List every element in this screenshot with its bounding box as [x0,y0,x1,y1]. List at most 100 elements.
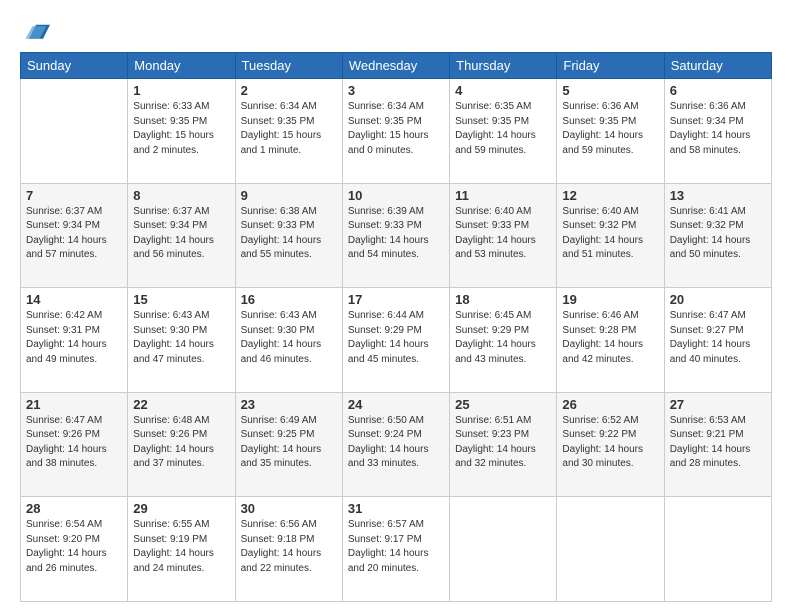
day-info: Sunrise: 6:47 AM Sunset: 9:27 PM Dayligh… [670,309,766,367]
day-info: Sunrise: 6:55 AM Sunset: 9:19 PM Dayligh… [133,518,229,576]
calendar-cell [557,497,664,602]
day-number: 1 [133,83,229,98]
page: SundayMondayTuesdayWednesdayThursdayFrid… [0,0,792,612]
calendar-cell: 17 Sunrise: 6:44 AM Sunset: 9:29 PM Dayli… [342,288,449,393]
logo-icon [22,16,50,44]
col-header-tuesday: Tuesday [235,53,342,79]
day-info: Sunrise: 6:48 AM Sunset: 9:26 PM Dayligh… [133,414,229,472]
day-number: 12 [562,188,658,203]
calendar-cell [450,497,557,602]
day-number: 26 [562,397,658,412]
calendar-cell: 1 Sunrise: 6:33 AM Sunset: 9:35 PM Daylig… [128,79,235,184]
day-info: Sunrise: 6:40 AM Sunset: 9:33 PM Dayligh… [455,205,551,263]
calendar-cell: 10 Sunrise: 6:39 AM Sunset: 9:33 PM Dayli… [342,183,449,288]
day-info: Sunrise: 6:34 AM Sunset: 9:35 PM Dayligh… [241,100,337,158]
logo [20,16,50,44]
day-number: 3 [348,83,444,98]
calendar-cell: 30Sunrise: 6:56 AM Sunset: 9:18 PM Dayli… [235,497,342,602]
calendar-cell: 4 Sunrise: 6:35 AM Sunset: 9:35 PM Daylig… [450,79,557,184]
day-number: 21 [26,397,122,412]
day-number: 28 [26,501,122,516]
day-info: Sunrise: 6:36 AM Sunset: 9:34 PM Dayligh… [670,100,766,158]
week-row-4: 28 Sunrise: 6:54 AM Sunset: 9:20 PM Dayli… [21,497,772,602]
calendar-cell: 12 Sunrise: 6:40 AM Sunset: 9:32 PM Dayli… [557,183,664,288]
calendar-cell: 8 Sunrise: 6:37 AM Sunset: 9:34 PM Daylig… [128,183,235,288]
day-info: Sunrise: 6:57 AM Sunset: 9:17 PM Dayligh… [348,518,444,576]
day-number: 27 [670,397,766,412]
day-number: 19 [562,292,658,307]
calendar-cell: 15 Sunrise: 6:43 AM Sunset: 9:30 PM Dayli… [128,288,235,393]
day-number: 11 [455,188,551,203]
calendar-cell: 26 Sunrise: 6:52 AM Sunset: 9:22 PM Dayli… [557,392,664,497]
calendar-cell: 14 Sunrise: 6:42 AM Sunset: 9:31 PM Dayli… [21,288,128,393]
calendar-cell: 6 Sunrise: 6:36 AM Sunset: 9:34 PM Daylig… [664,79,771,184]
calendar-cell: 18Sunrise: 6:45 AM Sunset: 9:29 PM Dayli… [450,288,557,393]
day-number: 24 [348,397,444,412]
day-info: Sunrise: 6:47 AM Sunset: 9:26 PM Dayligh… [26,414,122,472]
day-info: Sunrise: 6:52 AM Sunset: 9:22 PM Dayligh… [562,414,658,472]
day-info: Sunrise: 6:53 AM Sunset: 9:21 PM Dayligh… [670,414,766,472]
day-number: 31 [348,501,444,516]
day-number: 25 [455,397,551,412]
day-info: Sunrise: 6:40 AM Sunset: 9:32 PM Dayligh… [562,205,658,263]
calendar-cell: 27 Sunrise: 6:53 AM Sunset: 9:21 PM Dayli… [664,392,771,497]
calendar-cell: 3Sunrise: 6:34 AM Sunset: 9:35 PM Daylig… [342,79,449,184]
day-number: 22 [133,397,229,412]
day-info: Sunrise: 6:46 AM Sunset: 9:28 PM Dayligh… [562,309,658,367]
day-info: Sunrise: 6:33 AM Sunset: 9:35 PM Dayligh… [133,100,229,158]
day-number: 16 [241,292,337,307]
day-info: Sunrise: 6:49 AM Sunset: 9:25 PM Dayligh… [241,414,337,472]
day-info: Sunrise: 6:54 AM Sunset: 9:20 PM Dayligh… [26,518,122,576]
day-number: 9 [241,188,337,203]
day-number: 13 [670,188,766,203]
day-number: 23 [241,397,337,412]
day-number: 15 [133,292,229,307]
day-number: 10 [348,188,444,203]
calendar-cell [21,79,128,184]
calendar-cell: 22 Sunrise: 6:48 AM Sunset: 9:26 PM Dayli… [128,392,235,497]
day-number: 7 [26,188,122,203]
day-info: Sunrise: 6:42 AM Sunset: 9:31 PM Dayligh… [26,309,122,367]
calendar-cell: 5Sunrise: 6:36 AM Sunset: 9:35 PM Daylig… [557,79,664,184]
day-info: Sunrise: 6:56 AM Sunset: 9:18 PM Dayligh… [241,518,337,576]
week-row-0: 1 Sunrise: 6:33 AM Sunset: 9:35 PM Daylig… [21,79,772,184]
day-info: Sunrise: 6:50 AM Sunset: 9:24 PM Dayligh… [348,414,444,472]
calendar-cell: 23 Sunrise: 6:49 AM Sunset: 9:25 PM Dayli… [235,392,342,497]
day-info: Sunrise: 6:44 AM Sunset: 9:29 PM Dayligh… [348,309,444,367]
calendar-cell: 28 Sunrise: 6:54 AM Sunset: 9:20 PM Dayli… [21,497,128,602]
day-info: Sunrise: 6:43 AM Sunset: 9:30 PM Dayligh… [241,309,337,367]
day-info: Sunrise: 6:35 AM Sunset: 9:35 PM Dayligh… [455,100,551,158]
day-info: Sunrise: 6:38 AM Sunset: 9:33 PM Dayligh… [241,205,337,263]
day-info: Sunrise: 6:43 AM Sunset: 9:30 PM Dayligh… [133,309,229,367]
day-number: 8 [133,188,229,203]
day-info: Sunrise: 6:51 AM Sunset: 9:23 PM Dayligh… [455,414,551,472]
header [20,16,772,44]
calendar-cell: 20Sunrise: 6:47 AM Sunset: 9:27 PM Dayli… [664,288,771,393]
col-header-wednesday: Wednesday [342,53,449,79]
col-header-sunday: Sunday [21,53,128,79]
calendar-cell: 31 Sunrise: 6:57 AM Sunset: 9:17 PM Dayli… [342,497,449,602]
col-header-thursday: Thursday [450,53,557,79]
day-number: 4 [455,83,551,98]
day-number: 14 [26,292,122,307]
week-row-2: 14 Sunrise: 6:42 AM Sunset: 9:31 PM Dayli… [21,288,772,393]
day-number: 17 [348,292,444,307]
day-number: 18 [455,292,551,307]
calendar-table: SundayMondayTuesdayWednesdayThursdayFrid… [20,52,772,602]
calendar-cell: 13 Sunrise: 6:41 AM Sunset: 9:32 PM Dayli… [664,183,771,288]
day-info: Sunrise: 6:41 AM Sunset: 9:32 PM Dayligh… [670,205,766,263]
day-number: 29 [133,501,229,516]
calendar-cell: 9 Sunrise: 6:38 AM Sunset: 9:33 PM Daylig… [235,183,342,288]
header-row: SundayMondayTuesdayWednesdayThursdayFrid… [21,53,772,79]
day-info: Sunrise: 6:37 AM Sunset: 9:34 PM Dayligh… [26,205,122,263]
day-info: Sunrise: 6:39 AM Sunset: 9:33 PM Dayligh… [348,205,444,263]
calendar-cell: 16 Sunrise: 6:43 AM Sunset: 9:30 PM Dayli… [235,288,342,393]
week-row-3: 21 Sunrise: 6:47 AM Sunset: 9:26 PM Dayli… [21,392,772,497]
day-number: 6 [670,83,766,98]
calendar-cell: 29 Sunrise: 6:55 AM Sunset: 9:19 PM Dayli… [128,497,235,602]
day-info: Sunrise: 6:36 AM Sunset: 9:35 PM Dayligh… [562,100,658,158]
day-info: Sunrise: 6:37 AM Sunset: 9:34 PM Dayligh… [133,205,229,263]
calendar-cell: 11 Sunrise: 6:40 AM Sunset: 9:33 PM Dayli… [450,183,557,288]
day-number: 2 [241,83,337,98]
calendar-cell: 19 Sunrise: 6:46 AM Sunset: 9:28 PM Dayli… [557,288,664,393]
